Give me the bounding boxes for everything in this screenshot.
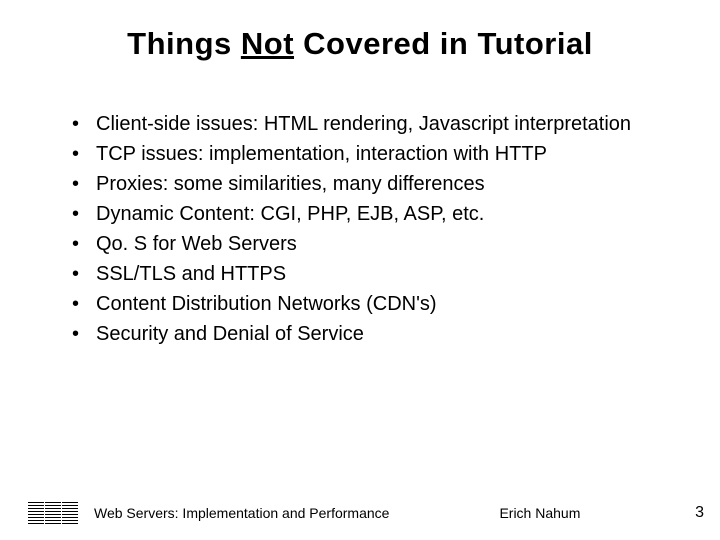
footer-author: Erich Nahum: [499, 505, 580, 521]
list-item: Content Distribution Networks (CDN's): [72, 290, 672, 319]
footer: Web Servers: Implementation and Performa…: [0, 502, 720, 525]
list-item: Qo. S for Web Servers: [72, 230, 672, 259]
list-item: Client-side issues: HTML rendering, Java…: [72, 110, 672, 139]
page-number: 3: [695, 504, 704, 522]
list-item: SSL/TLS and HTTPS: [72, 260, 672, 289]
list-item: Dynamic Content: CGI, PHP, EJB, ASP, etc…: [72, 200, 672, 229]
footer-title: Web Servers: Implementation and Performa…: [94, 505, 389, 521]
title-underlined: Not: [241, 26, 294, 61]
title-post: Covered in Tutorial: [294, 26, 593, 61]
list-item: Security and Denial of Service: [72, 320, 672, 349]
slide-title: Things Not Covered in Tutorial: [48, 26, 672, 62]
list-item: Proxies: some similarities, many differe…: [72, 170, 672, 199]
list-item: TCP issues: implementation, interaction …: [72, 140, 672, 169]
slide: Things Not Covered in Tutorial Client-si…: [0, 0, 720, 540]
ibm-logo-icon: [28, 502, 78, 525]
bullet-list: Client-side issues: HTML rendering, Java…: [48, 110, 672, 349]
title-pre: Things: [127, 26, 241, 61]
